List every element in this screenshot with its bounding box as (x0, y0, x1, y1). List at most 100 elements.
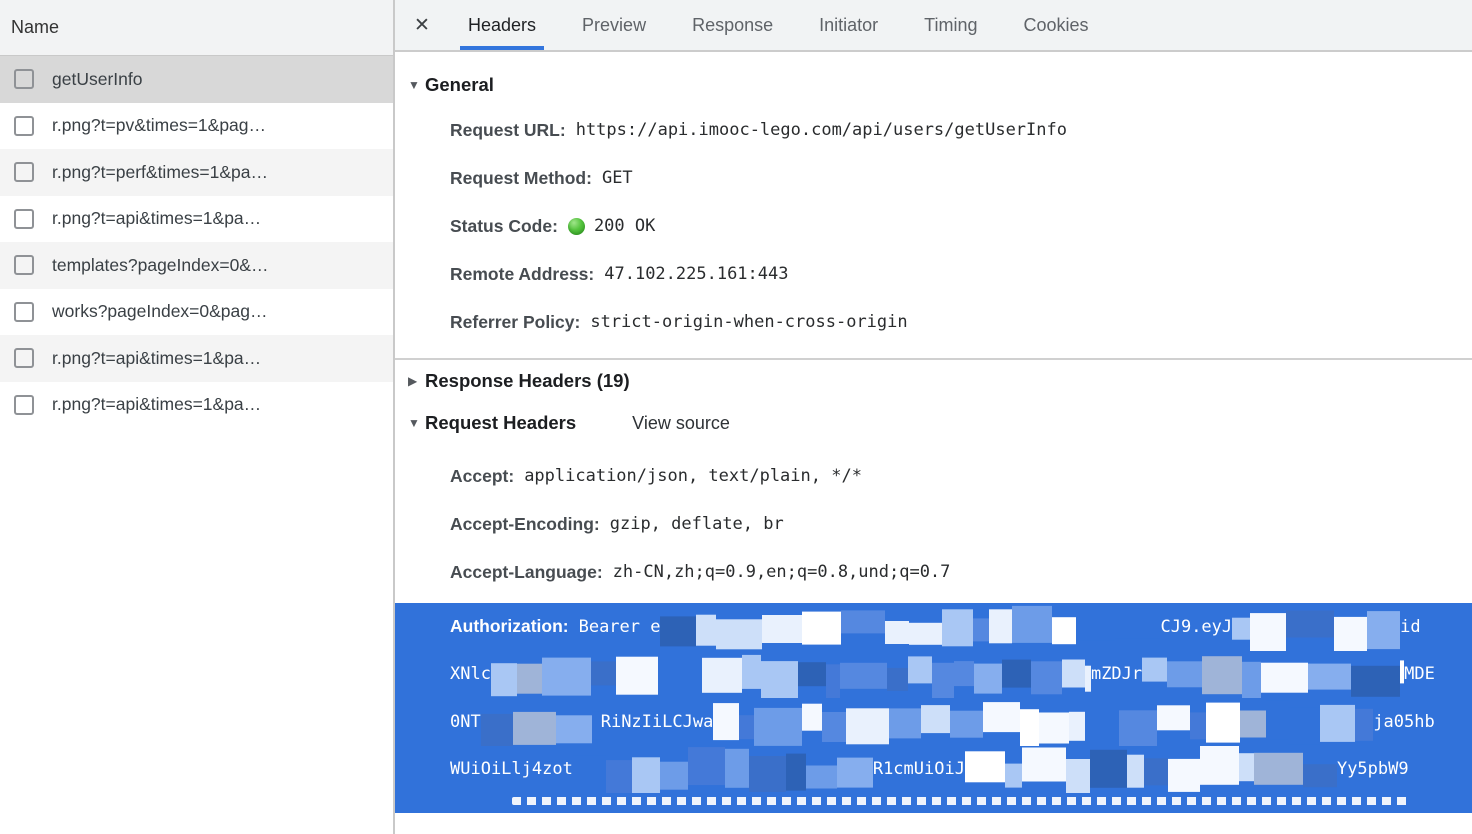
mosaic-block (1066, 759, 1090, 793)
mosaic-block (592, 711, 601, 739)
mosaic-block (1168, 759, 1200, 792)
header-name: Accept: (450, 466, 514, 487)
token-fragment: Yy5pbW9 (1337, 759, 1409, 779)
mosaic-block (846, 708, 889, 744)
mosaic-block (1334, 617, 1367, 650)
tab-response[interactable]: Response (692, 0, 773, 50)
mosaic-block (837, 758, 873, 788)
mosaic-block (1167, 662, 1202, 688)
token-fragment: RiNzIiLCJwa (601, 712, 714, 732)
status-green-dot-icon (568, 218, 585, 235)
network-request-row[interactable]: r.png?t=api&times=1&pa… (0, 382, 393, 429)
tab-timing[interactable]: Timing (924, 0, 977, 50)
header-value: application/json, text/plain, */* (524, 466, 862, 486)
tab-initiator[interactable]: Initiator (819, 0, 878, 50)
mosaic-block (989, 609, 1012, 643)
network-request-row[interactable]: r.png?t=pv&times=1&pag… (0, 103, 393, 150)
mosaic-block (826, 664, 840, 698)
mosaic-block (798, 662, 826, 686)
redacted-token-mosaic (660, 603, 1160, 651)
header-kv-row: Accept-Language:zh-CN,zh;q=0.9,en;q=0.8,… (450, 548, 1472, 596)
mosaic-block (983, 702, 1020, 732)
chevron-down-icon[interactable]: ▼ (408, 78, 425, 92)
mosaic-block (1232, 617, 1250, 639)
request-checkbox[interactable] (14, 209, 34, 229)
request-name-label: r.png?t=pv&times=1&pag… (52, 115, 266, 136)
network-request-row[interactable]: r.png?t=api&times=1&pa… (0, 335, 393, 382)
request-headers-kv-list: Accept: application/json, text/plain, */*… (395, 452, 1472, 596)
mosaic-block (1239, 753, 1254, 781)
mosaic-block (688, 748, 724, 786)
mosaic-block (1266, 701, 1287, 740)
response-headers-section-header[interactable]: ▶ Response Headers (19) (395, 360, 1472, 402)
network-request-row[interactable]: getUserInfo (0, 56, 393, 103)
tab-cookies[interactable]: Cookies (1024, 0, 1089, 50)
authorization-line: WUiOiLlj4zotR1cmUiOiJYy5pbW9 (450, 746, 1472, 794)
mosaic-block (491, 663, 517, 696)
mosaic-block (1127, 754, 1145, 787)
tab-headers[interactable]: Headers (468, 0, 536, 50)
mosaic-block (616, 657, 658, 695)
mosaic-block (885, 621, 909, 644)
network-request-row[interactable]: templates?pageIndex=0&… (0, 242, 393, 289)
tab-preview[interactable]: Preview (582, 0, 646, 50)
mosaic-block (1115, 609, 1161, 639)
chevron-right-icon[interactable]: ▶ (408, 374, 425, 388)
mosaic-block (725, 748, 749, 787)
mosaic-block (1286, 611, 1334, 638)
close-icon[interactable]: ✕ (409, 14, 435, 37)
request-checkbox[interactable] (14, 162, 34, 182)
mosaic-block (1039, 713, 1068, 744)
mosaic-block (1261, 663, 1307, 693)
mosaic-block (632, 758, 660, 793)
mosaic-block (932, 663, 954, 698)
mosaic-block (1157, 705, 1190, 730)
network-request-row[interactable]: r.png?t=perf&times=1&pa… (0, 149, 393, 196)
mosaic-block (786, 753, 807, 790)
chevron-down-icon[interactable]: ▼ (408, 416, 425, 430)
mosaic-block (973, 619, 988, 642)
header-kv-row: Accept-Encoding:gzip, deflate, br (450, 500, 1472, 548)
header-kv-row: Accept: application/json, text/plain, */* (450, 452, 1472, 500)
general-section-header[interactable]: ▼ General (395, 64, 1472, 106)
header-value: 47.102.225.161:443 (604, 264, 788, 284)
mosaic-block (1085, 715, 1119, 739)
mosaic-block (1240, 711, 1266, 738)
mosaic-block (702, 658, 742, 693)
network-request-row[interactable]: works?pageIndex=0&pag… (0, 289, 393, 336)
request-checkbox[interactable] (14, 395, 34, 415)
token-fragment: CJ9.eyJ (1160, 617, 1232, 637)
name-column-header: Name (0, 0, 393, 56)
header-name: Accept-Language: (450, 562, 603, 583)
detail-tabbar: ✕ Headers Preview Response Initiator Timing C… (395, 0, 1472, 52)
request-checkbox[interactable] (14, 255, 34, 275)
redacted-token-mosaic (713, 698, 1373, 746)
request-headers-section-header[interactable]: ▼ Request Headers View source (395, 402, 1472, 444)
mosaic-block (806, 765, 837, 788)
mosaic-block (889, 708, 922, 738)
network-request-row[interactable]: r.png?t=api&times=1&pa… (0, 196, 393, 243)
mosaic-block (1242, 662, 1262, 698)
mosaic-block (513, 712, 556, 745)
request-name-label: r.png?t=api&times=1&pa… (52, 394, 261, 415)
request-name-label: getUserInfo (52, 69, 142, 90)
mosaic-block (716, 619, 761, 650)
authorization-header-highlighted[interactable]: Authorization:Bearer eCJ9.eyJidXNlcmZDJr… (395, 603, 1472, 813)
request-checkbox[interactable] (14, 302, 34, 322)
view-source-button[interactable]: View source (632, 413, 730, 434)
request-checkbox[interactable] (14, 69, 34, 89)
mosaic-block (754, 708, 802, 746)
mosaic-block (1351, 666, 1400, 697)
mosaic-block (1400, 660, 1404, 683)
header-value: GET (602, 168, 633, 188)
mosaic-block (1022, 748, 1066, 782)
section-title: Request Headers (425, 412, 576, 434)
token-fragment: WUiOiLlj4zot (450, 759, 573, 779)
token-fragment: ja05hb (1373, 712, 1434, 732)
mosaic-block (1367, 611, 1401, 649)
mosaic-block (696, 615, 716, 646)
token-fragment: XNlc (450, 664, 491, 684)
request-list-pane: Name getUserInfo r.png?t=pv&times=1&pag… r… (0, 0, 395, 834)
request-checkbox[interactable] (14, 116, 34, 136)
request-checkbox[interactable] (14, 348, 34, 368)
